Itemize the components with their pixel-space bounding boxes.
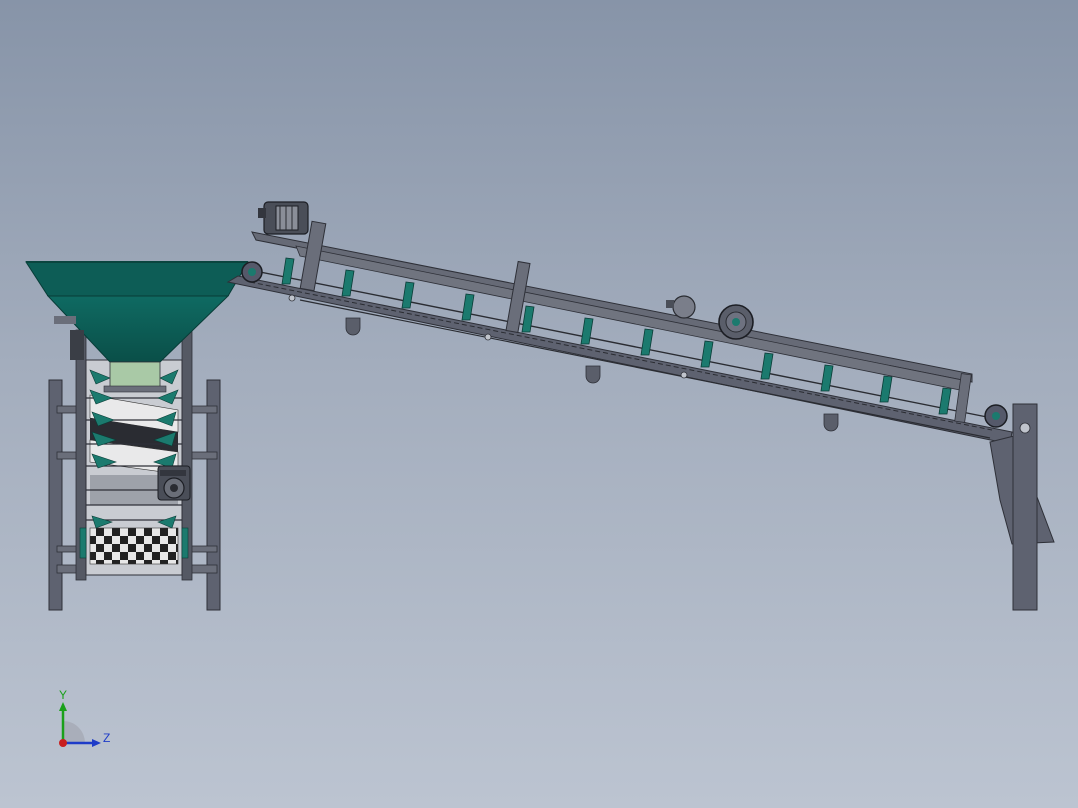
tail-pulley [984,404,1008,428]
axis-z-label: Z [103,731,111,745]
inclined-conveyor [226,220,1031,445]
conveyor-model[interactable] [0,0,1078,808]
x-axis-dot [59,739,67,747]
feed-hopper [25,261,249,393]
graphics-viewport[interactable]: Y Z [0,0,1078,808]
head-pulley [241,261,263,283]
elevator-motor [157,465,191,501]
axis-y-label: Y [59,688,68,702]
conveyor-drive-motor [258,201,309,235]
tension-pulley [718,304,754,340]
